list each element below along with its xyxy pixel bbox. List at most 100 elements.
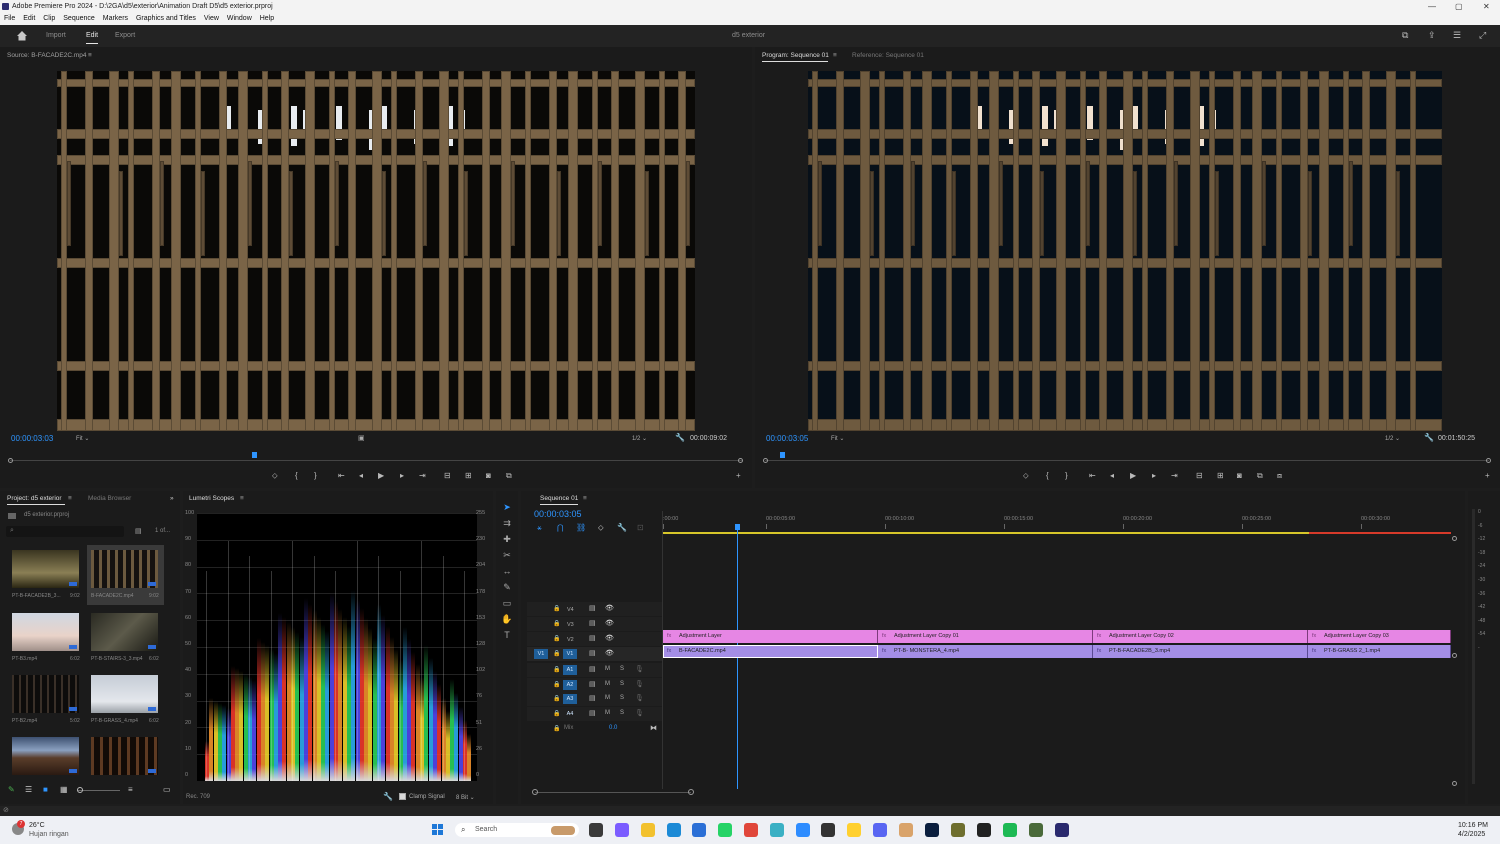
adjustment-layer-clip[interactable]: fx Adjustment Layer	[663, 630, 878, 643]
program-time-ruler[interactable]	[765, 460, 1489, 461]
solo-button[interactable]: S	[620, 710, 624, 716]
button-editor-icon[interactable]: +	[1485, 471, 1490, 480]
add-marker-icon[interactable]: ⬦	[598, 523, 604, 533]
lock-icon[interactable]: 🔒	[553, 695, 560, 702]
menu-icon[interactable]: ☰	[1453, 30, 1461, 41]
app-icon[interactable]	[770, 823, 784, 837]
menu-file[interactable]: File	[4, 15, 15, 22]
sync-lock-icon[interactable]: ▤	[589, 649, 596, 657]
video-clip[interactable]: fx B-FACADE2C.mp4	[663, 645, 878, 658]
step-back-icon[interactable]: ◂	[359, 471, 363, 480]
panel-menu-icon[interactable]: ≡	[68, 493, 72, 505]
zoom-handle-left[interactable]	[763, 458, 768, 463]
zoom-handle-left[interactable]	[532, 789, 538, 795]
comparison-icon[interactable]: ⧉	[1257, 471, 1263, 481]
discord-icon[interactable]	[873, 823, 887, 837]
program-playhead[interactable]	[780, 452, 785, 458]
microphone-icon[interactable]: 🎙	[635, 694, 644, 702]
sync-lock-icon[interactable]: ▤	[589, 619, 596, 627]
panel-menu-icon[interactable]: ≡	[88, 50, 92, 62]
drag-video-icon[interactable]: ▣	[358, 434, 365, 442]
panel-menu-icon[interactable]: ≡	[583, 493, 587, 505]
eye-icon[interactable]: 👁	[605, 634, 614, 642]
thumbnail-size-slider[interactable]	[78, 790, 120, 791]
add-marker-icon[interactable]: ⬦	[1023, 471, 1029, 481]
captions-icon[interactable]: ⊡	[637, 523, 644, 532]
sync-lock-icon[interactable]: ▤	[589, 634, 596, 642]
microphone-icon[interactable]: 🎙	[635, 665, 644, 673]
tab-import[interactable]: Import	[46, 32, 66, 39]
solo-button[interactable]: S	[620, 666, 624, 672]
fullscreen-icon[interactable]: ⤢	[1479, 30, 1486, 41]
project-item-thumbnail[interactable]	[12, 737, 79, 775]
rectangle-tool-icon[interactable]: ▭	[501, 597, 513, 609]
zoom-handle-right[interactable]	[738, 458, 743, 463]
ripple-edit-tool-icon[interactable]: ✚	[501, 533, 513, 545]
list-view-icon[interactable]: ☰	[25, 785, 32, 794]
settings-wrench-icon[interactable]: 🔧	[675, 433, 685, 442]
track-name[interactable]: V4	[567, 605, 574, 615]
sync-lock-icon[interactable]: ▤	[589, 665, 596, 673]
step-forward-icon[interactable]: ▸	[400, 471, 404, 480]
sort-icon[interactable]: ≡	[128, 785, 133, 794]
project-item-thumbnail[interactable]	[12, 613, 79, 651]
linked-selection-icon[interactable]: ⛓	[576, 523, 586, 532]
menu-sequence[interactable]: Sequence	[63, 15, 95, 22]
slider-handle[interactable]	[77, 787, 83, 793]
insert-icon[interactable]: ⊟	[444, 471, 451, 480]
lock-icon[interactable]: 🔒	[553, 710, 560, 717]
mute-button[interactable]: M	[605, 666, 610, 672]
source-playhead[interactable]	[252, 452, 257, 458]
whatsapp-icon[interactable]	[718, 823, 732, 837]
premiere-icon[interactable]	[1055, 823, 1069, 837]
zoom-handle-left[interactable]	[8, 458, 13, 463]
source-monitor-title[interactable]: Source: B-FACADE2C.mp4	[7, 50, 86, 62]
miro-icon[interactable]	[847, 823, 861, 837]
chrome-icon[interactable]	[744, 823, 758, 837]
solo-button[interactable]: S	[620, 681, 624, 687]
project-item-thumbnail[interactable]	[91, 737, 158, 775]
step-forward-icon[interactable]: ▸	[1152, 471, 1156, 480]
go-to-out-icon[interactable]: ⇥	[1171, 471, 1178, 480]
menu-markers[interactable]: Markers	[103, 15, 128, 22]
video-clip[interactable]: fx PT-B-FACADE2B_3.mp4	[1093, 645, 1308, 658]
obs-icon[interactable]	[977, 823, 991, 837]
video-track-header[interactable]: 🔒 V3 ▤ 👁	[527, 617, 662, 631]
slip-tool-icon[interactable]: ↔	[501, 565, 513, 577]
menu-view[interactable]: View	[204, 15, 219, 22]
source-video-frame[interactable]	[57, 71, 695, 431]
audio-track-header[interactable]: 🔒 A1 ▤ M S 🎙	[527, 663, 662, 677]
lift-icon[interactable]: ⊟	[1196, 471, 1203, 480]
more-tabs-icon[interactable]: »	[170, 493, 174, 505]
mute-button[interactable]: M	[605, 695, 610, 701]
vertical-scroll-mid[interactable]	[1452, 653, 1457, 658]
track-name[interactable]: V2	[567, 635, 574, 645]
adjustment-layer-clip[interactable]: fx Adjustment Layer Copy 01	[878, 630, 1093, 643]
razor-tool-icon[interactable]: ✂	[501, 549, 513, 561]
photoshop-icon[interactable]	[925, 823, 939, 837]
hand-tool-icon[interactable]: ✋	[501, 613, 513, 625]
eye-icon[interactable]: 👁	[605, 604, 614, 612]
adjustment-layer-clip[interactable]: fx Adjustment Layer Copy 03	[1308, 630, 1451, 643]
video-track-header[interactable]: 🔒 V2 ▤ 👁	[527, 632, 662, 646]
project-item-thumbnail[interactable]	[91, 550, 158, 588]
source-fit-select[interactable]: Fit ⌄	[76, 435, 89, 442]
eye-icon[interactable]: 👁	[605, 649, 614, 657]
track-name[interactable]: V3	[567, 620, 574, 630]
copilot-icon[interactable]	[615, 823, 629, 837]
settings-wrench-icon[interactable]: 🔧	[617, 523, 627, 532]
export-frame-icon[interactable]: ◙	[486, 471, 491, 480]
new-bin-icon[interactable]: ▤	[135, 527, 142, 535]
menu-edit[interactable]: Edit	[23, 15, 35, 22]
panel-menu-icon[interactable]: ≡	[833, 50, 837, 62]
video-track-header[interactable]: 🔒 V4 ▤ 👁	[527, 602, 662, 616]
menu-graphics[interactable]: Graphics and Titles	[136, 15, 196, 22]
minimize-icon[interactable]: —	[1428, 0, 1436, 13]
vertical-scroll-top[interactable]	[1452, 536, 1457, 541]
search-app-icon[interactable]	[821, 823, 835, 837]
program-fit-select[interactable]: Fit ⌄	[831, 435, 844, 442]
comparison-icon[interactable]: ⧉	[506, 471, 512, 481]
lock-icon[interactable]: 🔒	[553, 666, 560, 673]
export-frame-icon[interactable]: ◙	[1237, 471, 1242, 480]
track-name[interactable]: A1	[563, 665, 577, 675]
